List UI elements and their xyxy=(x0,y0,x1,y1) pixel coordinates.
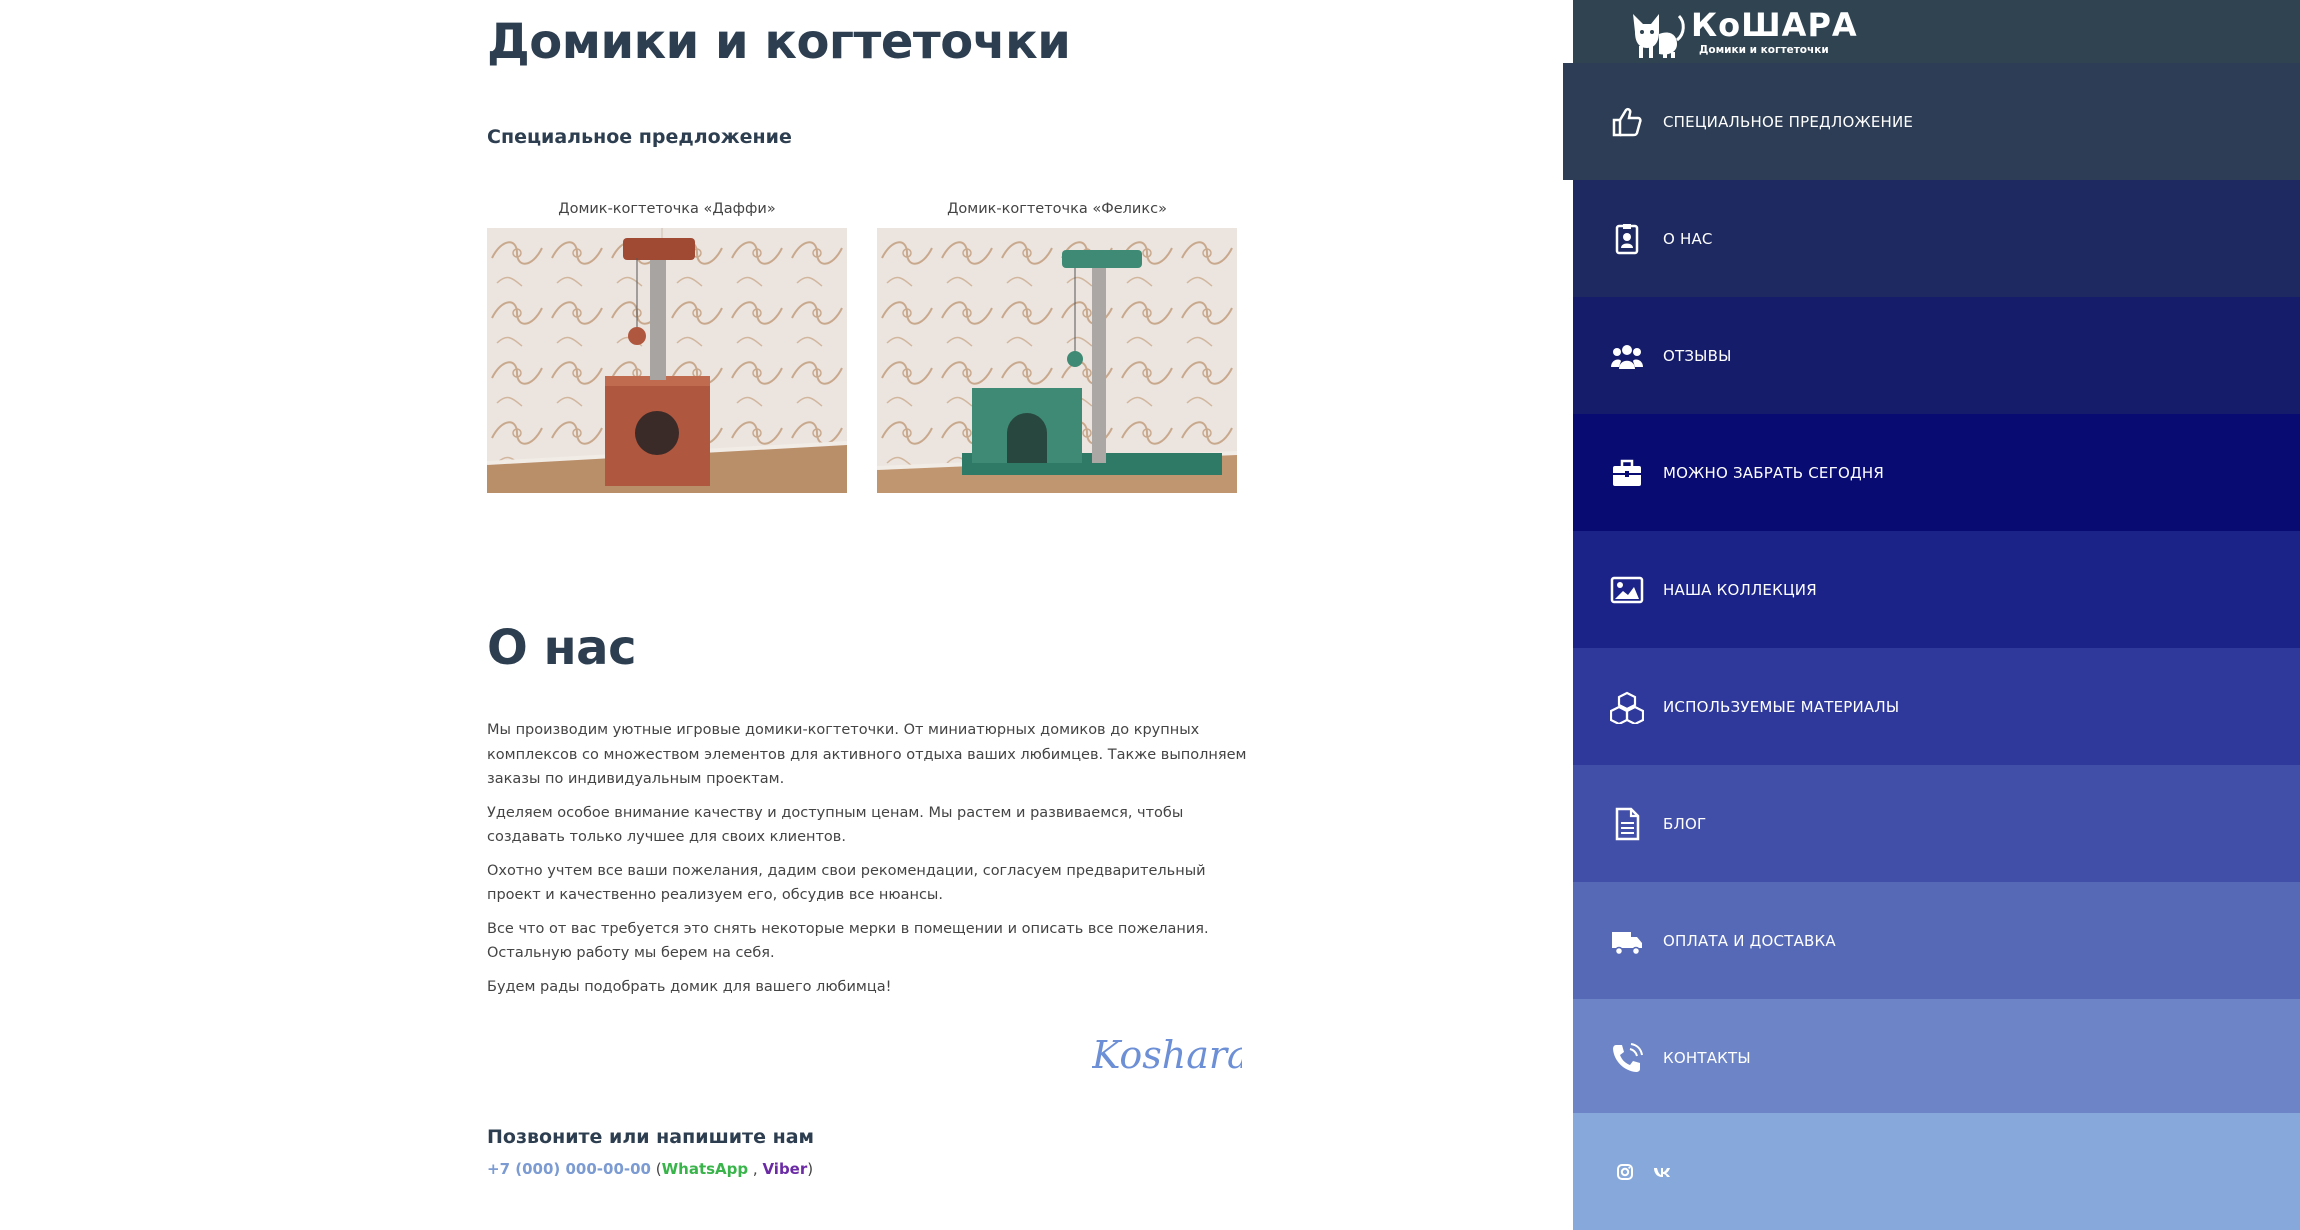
nav-item-label: ОПЛАТА И ДОСТАВКА xyxy=(1663,931,1836,950)
users-icon xyxy=(1611,344,1643,369)
main-content: Домики и когтеточки Специальное предложе… xyxy=(0,0,1573,1230)
product-gallery: Домик-когтеточка «Даффи» Домик-когтеточк… xyxy=(487,198,1237,498)
document-icon xyxy=(1615,807,1640,840)
active-indicator xyxy=(1563,63,1573,180)
contact-heading: Позвоните или напишите нам xyxy=(487,1126,815,1148)
image-icon xyxy=(1610,576,1644,603)
phone-link[interactable]: +7 (000) 000-00-00 xyxy=(487,1160,651,1178)
about-text: Мы производим уютные игровые домики-когт… xyxy=(487,718,1247,1008)
about-paragraph: Будем рады подобрать домик для вашего лю… xyxy=(487,978,892,995)
nav-item-label: МОЖНО ЗАБРАТЬ СЕГОДНЯ xyxy=(1663,463,1884,482)
about-paragraph: Мы производим уютные игровые домики-когт… xyxy=(487,722,1247,787)
nav-item-label: БЛОГ xyxy=(1663,814,1707,833)
about-paragraph: Охотно учтем все ваши пожелания, дадим с… xyxy=(487,862,1206,904)
cubes-icon xyxy=(1610,691,1644,724)
paren-open: ( xyxy=(650,1160,662,1178)
product-photo[interactable] xyxy=(487,228,847,493)
signature-text: Koshara xyxy=(1092,1033,1242,1077)
cat-logo-icon xyxy=(1633,14,1685,58)
product-card[interactable]: Домик-когтеточка «Даффи» xyxy=(487,198,847,493)
nav-item-label: ИСПОЛЬЗУЕМЫЕ МАТЕРИАЛЫ xyxy=(1663,697,1900,716)
nav-item-materials[interactable]: ИСПОЛЬЗУЕМЫЕ МАТЕРИАЛЫ xyxy=(1573,648,2300,765)
page-title: Домики и когтеточки xyxy=(487,14,1071,70)
about-title: О нас xyxy=(487,620,637,676)
product-photo[interactable] xyxy=(877,228,1237,493)
thumbs-up-icon xyxy=(1612,107,1642,136)
social-bar xyxy=(1573,1113,2300,1230)
sidebar-header: КоШАРА Домики и когтеточки xyxy=(1573,0,2300,63)
nav-item-collection[interactable]: НАША КОЛЛЕКЦИЯ xyxy=(1573,531,2300,648)
id-badge-icon xyxy=(1615,223,1639,254)
nav-item-available-today[interactable]: МОЖНО ЗАБРАТЬ СЕГОДНЯ xyxy=(1573,414,2300,531)
nav-item-label: О НАС xyxy=(1663,229,1713,248)
sidebar: КоШАРА Домики и когтеточки СПЕЦИАЛЬНОЕ П… xyxy=(1563,0,2300,1230)
product-caption[interactable]: Домик-когтеточка «Феликс» xyxy=(877,198,1237,228)
phone-icon xyxy=(1613,1042,1643,1072)
logo-text: КоШАРА xyxy=(1691,6,1858,44)
nav-item-contacts[interactable]: КОНТАКТЫ xyxy=(1573,999,2300,1116)
viber-link[interactable]: Viber xyxy=(762,1160,807,1178)
separator: , xyxy=(748,1160,763,1178)
logo-subtitle: Домики и когтеточки xyxy=(1699,44,1829,56)
logo[interactable]: КоШАРА Домики и когтеточки xyxy=(1629,4,1857,60)
about-paragraph: Уделяем особое внимание качеству и досту… xyxy=(487,804,1184,846)
nav-item-payment-delivery[interactable]: ОПЛАТА И ДОСТАВКА xyxy=(1573,882,2300,999)
nav-item-special-offer[interactable]: СПЕЦИАЛЬНОЕ ПРЕДЛОЖЕНИЕ xyxy=(1573,63,2300,180)
truck-icon xyxy=(1612,931,1642,955)
nav-item-label: ОТЗЫВЫ xyxy=(1663,346,1732,365)
contact-line: +7 (000) 000-00-00 (WhatsApp , Viber) xyxy=(487,1160,813,1178)
briefcase-icon xyxy=(1613,459,1641,486)
vk-icon[interactable] xyxy=(1653,1163,1671,1181)
special-offer-heading: Специальное предложение xyxy=(487,126,792,148)
instagram-icon[interactable] xyxy=(1616,1163,1634,1181)
signature: Koshara xyxy=(1091,1026,1250,1086)
whatsapp-link[interactable]: WhatsApp xyxy=(662,1160,749,1178)
nav-item-label: КОНТАКТЫ xyxy=(1663,1048,1751,1067)
nav-item-blog[interactable]: БЛОГ xyxy=(1573,765,2300,882)
nav-item-reviews[interactable]: ОТЗЫВЫ xyxy=(1573,297,2300,414)
about-paragraph: Все что от вас требуется это снять некот… xyxy=(487,920,1209,962)
nav-item-label: СПЕЦИАЛЬНОЕ ПРЕДЛОЖЕНИЕ xyxy=(1663,112,1914,131)
paren-close: ) xyxy=(807,1160,814,1178)
product-caption[interactable]: Домик-когтеточка «Даффи» xyxy=(487,198,847,228)
nav-item-label: НАША КОЛЛЕКЦИЯ xyxy=(1663,580,1817,599)
product-card[interactable]: Домик-когтеточка «Феликс» xyxy=(877,198,1237,493)
nav-item-about[interactable]: О НАС xyxy=(1573,180,2300,297)
